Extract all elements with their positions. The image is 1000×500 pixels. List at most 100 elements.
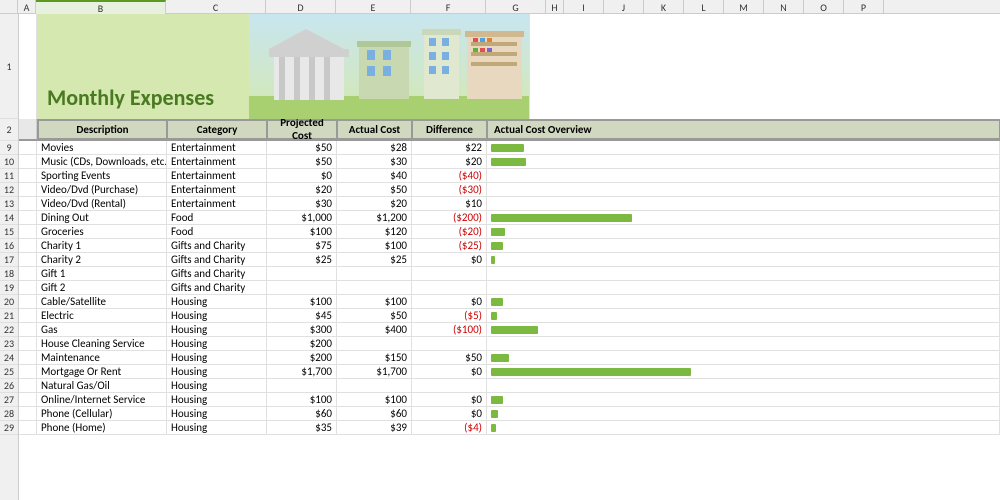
cell-actual[interactable]: $1,200 — [337, 211, 412, 224]
cell-difference[interactable]: $22 — [412, 141, 487, 154]
cell-category[interactable]: Gifts and Charity — [167, 253, 267, 266]
cell-category[interactable]: Entertainment — [167, 169, 267, 182]
cell-category[interactable]: Entertainment — [167, 141, 267, 154]
cell-actual[interactable] — [337, 379, 412, 392]
cell-difference[interactable]: ($30) — [412, 183, 487, 196]
cell-projected[interactable]: $75 — [267, 239, 337, 252]
table-row[interactable]: Cable/Satellite Housing $100 $100 $0 — [19, 295, 1000, 309]
header-description[interactable]: Description — [37, 119, 167, 139]
cell-actual[interactable]: $25 — [337, 253, 412, 266]
cell-description[interactable]: Movies — [37, 141, 167, 154]
cell-description[interactable]: Phone (Home) — [37, 421, 167, 434]
cell-actual[interactable]: $400 — [337, 323, 412, 336]
col-header-a[interactable]: A — [18, 0, 36, 14]
cell-difference[interactable]: $0 — [412, 253, 487, 266]
cell-actual[interactable]: $100 — [337, 295, 412, 308]
table-row[interactable]: House Cleaning Service Housing $200 — [19, 337, 1000, 351]
cell-actual[interactable]: $1,700 — [337, 365, 412, 378]
col-header-j[interactable]: J — [604, 0, 644, 14]
header-projected[interactable]: Projected Cost — [267, 119, 337, 139]
cell-category[interactable]: Housing — [167, 407, 267, 420]
cell-description[interactable]: Phone (Cellular) — [37, 407, 167, 420]
cell-projected[interactable] — [267, 379, 337, 392]
cell-projected[interactable] — [267, 281, 337, 294]
table-row[interactable]: Groceries Food $100 $120 ($20) — [19, 225, 1000, 239]
cell-description[interactable]: Electric — [37, 309, 167, 322]
table-row[interactable]: Natural Gas/Oil Housing — [19, 379, 1000, 393]
table-row[interactable]: Electric Housing $45 $50 ($5) — [19, 309, 1000, 323]
cell-difference[interactable]: $0 — [412, 295, 487, 308]
cell-actual[interactable]: $28 — [337, 141, 412, 154]
cell-description[interactable]: Groceries — [37, 225, 167, 238]
table-row[interactable]: Video/Dvd (Purchase) Entertainment $20 $… — [19, 183, 1000, 197]
cell-actual[interactable]: $150 — [337, 351, 412, 364]
cell-actual[interactable]: $100 — [337, 239, 412, 252]
cell-description[interactable]: House Cleaning Service — [37, 337, 167, 350]
cell-description[interactable]: Gas — [37, 323, 167, 336]
table-row[interactable]: Gift 2 Gifts and Charity — [19, 281, 1000, 295]
cell-difference[interactable]: $20 — [412, 155, 487, 168]
cell-difference[interactable] — [412, 337, 487, 350]
cell-difference[interactable]: ($100) — [412, 323, 487, 336]
header-actual[interactable]: Actual Cost — [337, 119, 412, 139]
table-row[interactable]: Gas Housing $300 $400 ($100) — [19, 323, 1000, 337]
cell-projected[interactable]: $300 — [267, 323, 337, 336]
cell-description[interactable]: Mortgage Or Rent — [37, 365, 167, 378]
cell-category[interactable]: Housing — [167, 309, 267, 322]
cell-projected[interactable]: $1,000 — [267, 211, 337, 224]
cell-difference[interactable] — [412, 267, 487, 280]
cell-difference[interactable]: $0 — [412, 393, 487, 406]
col-header-o[interactable]: O — [804, 0, 844, 14]
cell-projected[interactable]: $60 — [267, 407, 337, 420]
cell-actual[interactable]: $50 — [337, 309, 412, 322]
cell-projected[interactable] — [267, 267, 337, 280]
cell-projected[interactable]: $50 — [267, 141, 337, 154]
col-header-i[interactable]: I — [564, 0, 604, 14]
cell-description[interactable]: Video/Dvd (Rental) — [37, 197, 167, 210]
cell-projected[interactable]: $200 — [267, 351, 337, 364]
col-header-f[interactable]: F — [411, 0, 486, 14]
cell-actual[interactable]: $120 — [337, 225, 412, 238]
table-row[interactable]: Mortgage Or Rent Housing $1,700 $1,700 $… — [19, 365, 1000, 379]
col-header-b[interactable]: B — [36, 0, 166, 14]
cell-category[interactable]: Housing — [167, 393, 267, 406]
header-difference[interactable]: Difference — [412, 119, 487, 139]
col-header-n[interactable]: N — [764, 0, 804, 14]
cell-projected[interactable]: $200 — [267, 337, 337, 350]
cell-projected[interactable]: $100 — [267, 225, 337, 238]
cell-category[interactable]: Housing — [167, 365, 267, 378]
cell-actual[interactable]: $40 — [337, 169, 412, 182]
cell-description[interactable]: Online/Internet Service — [37, 393, 167, 406]
cell-difference[interactable]: ($5) — [412, 309, 487, 322]
cell-category[interactable]: Food — [167, 211, 267, 224]
cell-category[interactable]: Entertainment — [167, 197, 267, 210]
cell-category[interactable]: Housing — [167, 337, 267, 350]
cell-projected[interactable]: $35 — [267, 421, 337, 434]
cell-description[interactable]: Charity 1 — [37, 239, 167, 252]
col-header-h[interactable]: H — [546, 0, 564, 14]
cell-projected[interactable]: $100 — [267, 393, 337, 406]
cell-category[interactable]: Gifts and Charity — [167, 239, 267, 252]
cell-description[interactable]: Gift 1 — [37, 267, 167, 280]
cell-category[interactable]: Entertainment — [167, 183, 267, 196]
cell-description[interactable]: Video/Dvd (Purchase) — [37, 183, 167, 196]
table-row[interactable]: Phone (Home) Housing $35 $39 ($4) — [19, 421, 1000, 435]
table-row[interactable]: Video/Dvd (Rental) Entertainment $30 $20… — [19, 197, 1000, 211]
table-row[interactable]: Phone (Cellular) Housing $60 $60 $0 — [19, 407, 1000, 421]
cell-difference[interactable]: ($40) — [412, 169, 487, 182]
table-row[interactable]: Maintenance Housing $200 $150 $50 — [19, 351, 1000, 365]
cell-difference[interactable]: $0 — [412, 365, 487, 378]
cell-projected[interactable]: $0 — [267, 169, 337, 182]
table-row[interactable]: Charity 2 Gifts and Charity $25 $25 $0 — [19, 253, 1000, 267]
cell-projected[interactable]: $20 — [267, 183, 337, 196]
cell-category[interactable]: Housing — [167, 379, 267, 392]
col-header-g[interactable]: G — [486, 0, 546, 14]
cell-actual[interactable] — [337, 281, 412, 294]
header-category[interactable]: Category — [167, 119, 267, 139]
cell-category[interactable]: Housing — [167, 351, 267, 364]
cell-description[interactable]: Natural Gas/Oil — [37, 379, 167, 392]
table-row[interactable]: Online/Internet Service Housing $100 $10… — [19, 393, 1000, 407]
col-header-p[interactable]: P — [844, 0, 884, 14]
cell-category[interactable]: Housing — [167, 421, 267, 434]
table-row[interactable]: Music (CDs, Downloads, etc.) Entertainme… — [19, 155, 1000, 169]
